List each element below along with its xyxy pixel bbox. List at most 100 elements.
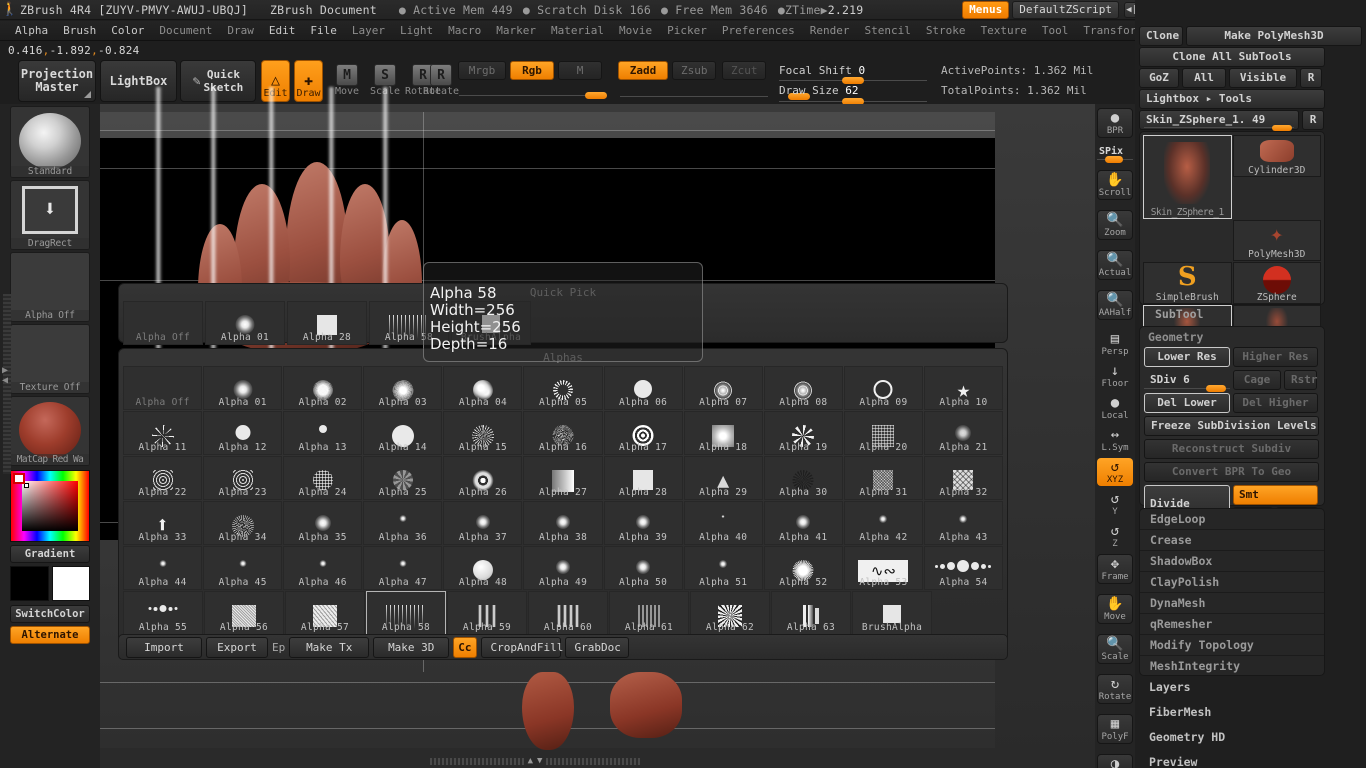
ep-label[interactable]: Ep [272,641,285,654]
rgb-button[interactable]: Rgb [510,61,554,80]
tool-thumb-zsphere[interactable]: ZSphere [1232,262,1321,304]
section-shadowbox[interactable]: ShadowBox [1140,550,1324,571]
zscript-button[interactable]: DefaultZScript [1012,0,1119,19]
section-qremesher[interactable]: qRemesher [1140,613,1324,634]
import-button[interactable]: Import [126,636,202,658]
alpha-cell-alpha-25[interactable]: Alpha 25 [363,456,443,500]
m-button[interactable]: M [558,61,602,80]
outer-section-layers[interactable]: Layers [1149,680,1349,705]
make-polymesh3d-button[interactable]: Make PolyMesh3D [1186,26,1362,46]
alpha-cell-alpha-17[interactable]: Alpha 17 [603,411,683,455]
alpha-cell-alpha-32[interactable]: Alpha 32 [923,456,1004,500]
edit-button[interactable]: △ Edit [261,60,290,102]
quickpick-cell-0[interactable]: Alpha Off [123,301,203,345]
tool-thumb-cylinder3d[interactable]: Cylinder3D [1232,135,1321,177]
alpha-cell-alpha-18[interactable]: Alpha 18 [683,411,763,455]
alpha-cell-alpha-21[interactable]: Alpha 21 [923,411,1004,455]
draw-button[interactable]: ✚ Draw [294,60,323,102]
all-button[interactable]: All [1182,68,1226,88]
rail-polyframe-icon[interactable]: ▦ PolyF [1097,714,1133,744]
goz-r-button[interactable]: R [1300,68,1322,88]
alpha-cell-alpha-44[interactable]: Alpha 44 [123,546,203,590]
rail-z-symmetry-icon[interactable]: ↺ Z [1097,522,1133,550]
current-tool-slider[interactable]: Skin_ZSphere_1. 49 [1139,110,1299,131]
tool-thumb-simplebrush[interactable]: S SimpleBrush [1143,262,1232,304]
alpha-cell-alpha-33[interactable]: ⬆ Alpha 33 [123,501,203,545]
menu-item-light[interactable]: Light [393,22,440,39]
alpha-cell-alpha-51[interactable]: Alpha 51 [683,546,763,590]
canvas-scroll-handle[interactable]: ▲ ▼ [430,756,640,766]
subtool-section-header[interactable]: SubTool [1145,303,1213,325]
higher-res-button[interactable]: Higher Res [1233,347,1318,367]
rail-zoom-icon[interactable]: 🔍 Zoom [1097,210,1133,240]
quickpick-cell-2[interactable]: Alpha 28 [287,301,367,345]
primary-color-swatch[interactable] [10,566,49,601]
make-3d-button[interactable]: Make 3D [373,636,450,658]
menu-item-color[interactable]: Color [104,22,151,39]
crop-and-fill-button[interactable]: CropAndFill [480,636,563,658]
section-crease[interactable]: Crease [1140,529,1324,550]
menu-item-stencil[interactable]: Stencil [857,22,917,39]
menu-item-document[interactable]: Document [152,22,219,39]
rail-scale-icon[interactable]: 🔍 Scale [1097,634,1133,664]
export-button[interactable]: Export [206,636,268,658]
rotate2-button[interactable]: R Rotate [423,64,459,97]
freeze-subdivision-button[interactable]: Freeze SubDivision Levels [1144,416,1319,436]
alpha-cell-alpha-08[interactable]: Alpha 08 [763,366,843,410]
rail-transp-icon[interactable]: ◑ [1097,754,1133,768]
alpha-cell-alpha-22[interactable]: Alpha 22 [123,456,203,500]
rail-bpr-render-icon[interactable]: ● BPR [1097,108,1133,138]
visible-button[interactable]: Visible [1229,68,1297,88]
alpha-cell-alpha-13[interactable]: Alpha 13 [283,411,363,455]
alpha-cell-alpha-09[interactable]: Alpha 09 [843,366,923,410]
menu-item-movie[interactable]: Movie [612,22,659,39]
move-button[interactable]: M Move [330,64,364,97]
menu-item-alpha[interactable]: Alpha [8,22,55,39]
alpha-cell-alpha-41[interactable]: Alpha 41 [763,501,843,545]
alpha-cell-alpha-48[interactable]: Alpha 48 [443,546,523,590]
rgb-intensity-slider[interactable] [459,92,607,99]
alpha-cell-alpha-31[interactable]: Alpha 31 [843,456,923,500]
del-higher-button[interactable]: Del Higher [1233,393,1318,413]
secondary-color-swatch[interactable] [51,566,90,601]
section-dynamesh[interactable]: DynaMesh [1140,592,1324,613]
material-swatch[interactable]: MatCap Red Wa [10,396,90,466]
color-picker[interactable] [10,470,90,542]
alpha-cell-alpha-39[interactable]: Alpha 39 [603,501,683,545]
zcut-button[interactable]: Zcut [722,61,766,80]
geometry-header[interactable]: Geometry [1140,327,1324,347]
alpha-cell-alpha-02[interactable]: Alpha 02 [283,366,363,410]
alpha-cell-alpha-15[interactable]: Alpha 15 [443,411,523,455]
alpha-cell-alpha-53[interactable]: ∿∾ Alpha 53 [843,546,923,590]
alpha-cell-alpha-27[interactable]: Alpha 27 [523,456,603,500]
rail-floor-grid-icon[interactable]: ↓ Floor [1097,362,1133,390]
alpha-cell-alpha-35[interactable]: Alpha 35 [283,501,363,545]
menu-item-preferences[interactable]: Preferences [715,22,802,39]
menu-item-texture[interactable]: Texture [974,22,1034,39]
alpha-cell-alpha-55[interactable]: Alpha 55 [123,591,203,635]
menu-item-stroke[interactable]: Stroke [919,22,973,39]
current-tool-r-button[interactable]: R [1302,110,1324,130]
alternate-button[interactable]: Alternate [10,626,90,644]
texture-swatch[interactable]: Texture Off [10,324,90,394]
clone-button[interactable]: Clone [1139,26,1183,46]
menu-item-brush[interactable]: Brush [56,22,103,39]
smt-button[interactable]: Smt [1233,485,1318,505]
menu-item-macro[interactable]: Macro [441,22,488,39]
alpha-cell-alpha-26[interactable]: Alpha 26 [443,456,523,500]
menu-item-marker[interactable]: Marker [489,22,543,39]
grab-doc-button[interactable]: GrabDoc [564,636,629,658]
alpha-cell-alpha-03[interactable]: Alpha 03 [363,366,443,410]
menu-item-tool[interactable]: Tool [1035,22,1076,39]
alpha-cell-alpha-29[interactable]: ▲ Alpha 29 [683,456,763,500]
alpha-cell-alpha-54[interactable]: Alpha 54 [923,546,1004,590]
switch-color-button[interactable]: SwitchColor [10,605,90,623]
menu-item-edit[interactable]: Edit [262,22,303,39]
gradient-button[interactable]: Gradient [10,545,90,563]
cc-button[interactable]: Cc [453,636,477,658]
menu-item-picker[interactable]: Picker [660,22,714,39]
alpha-cell-alpha-14[interactable]: Alpha 14 [363,411,443,455]
scroll-up-icon[interactable]: ▲ [528,756,533,766]
left-tray-arrow-icon[interactable]: ▶ ◀ [2,366,8,386]
goz-button[interactable]: GoZ [1139,68,1179,88]
